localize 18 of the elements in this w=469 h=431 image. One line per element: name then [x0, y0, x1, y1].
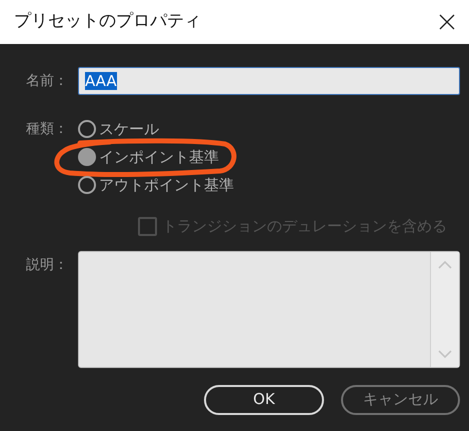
name-field[interactable]: AAA: [78, 67, 460, 95]
close-icon[interactable]: [439, 14, 455, 30]
scroll-down-icon[interactable]: [438, 350, 452, 358]
radio-label[interactable]: アウトポイント基準: [99, 174, 234, 196]
description-field[interactable]: [78, 250, 460, 368]
scroll-up-icon[interactable]: [438, 260, 452, 268]
window-title: プリセットのプロパティ: [14, 10, 201, 34]
radio-label[interactable]: スケール: [99, 118, 159, 140]
radio-button[interactable]: [78, 176, 96, 194]
type-label: 種類：: [25, 120, 69, 139]
radio-button[interactable]: [78, 120, 96, 138]
scrollbar[interactable]: [430, 252, 459, 366]
ok-button[interactable]: OK: [204, 384, 324, 414]
radio-label[interactable]: インポイント基準: [99, 146, 219, 168]
radio-button[interactable]: [78, 148, 96, 166]
name-label: 名前：: [25, 72, 69, 90]
cancel-button[interactable]: キャンセル: [341, 384, 460, 414]
description-label: 説明：: [25, 256, 69, 274]
